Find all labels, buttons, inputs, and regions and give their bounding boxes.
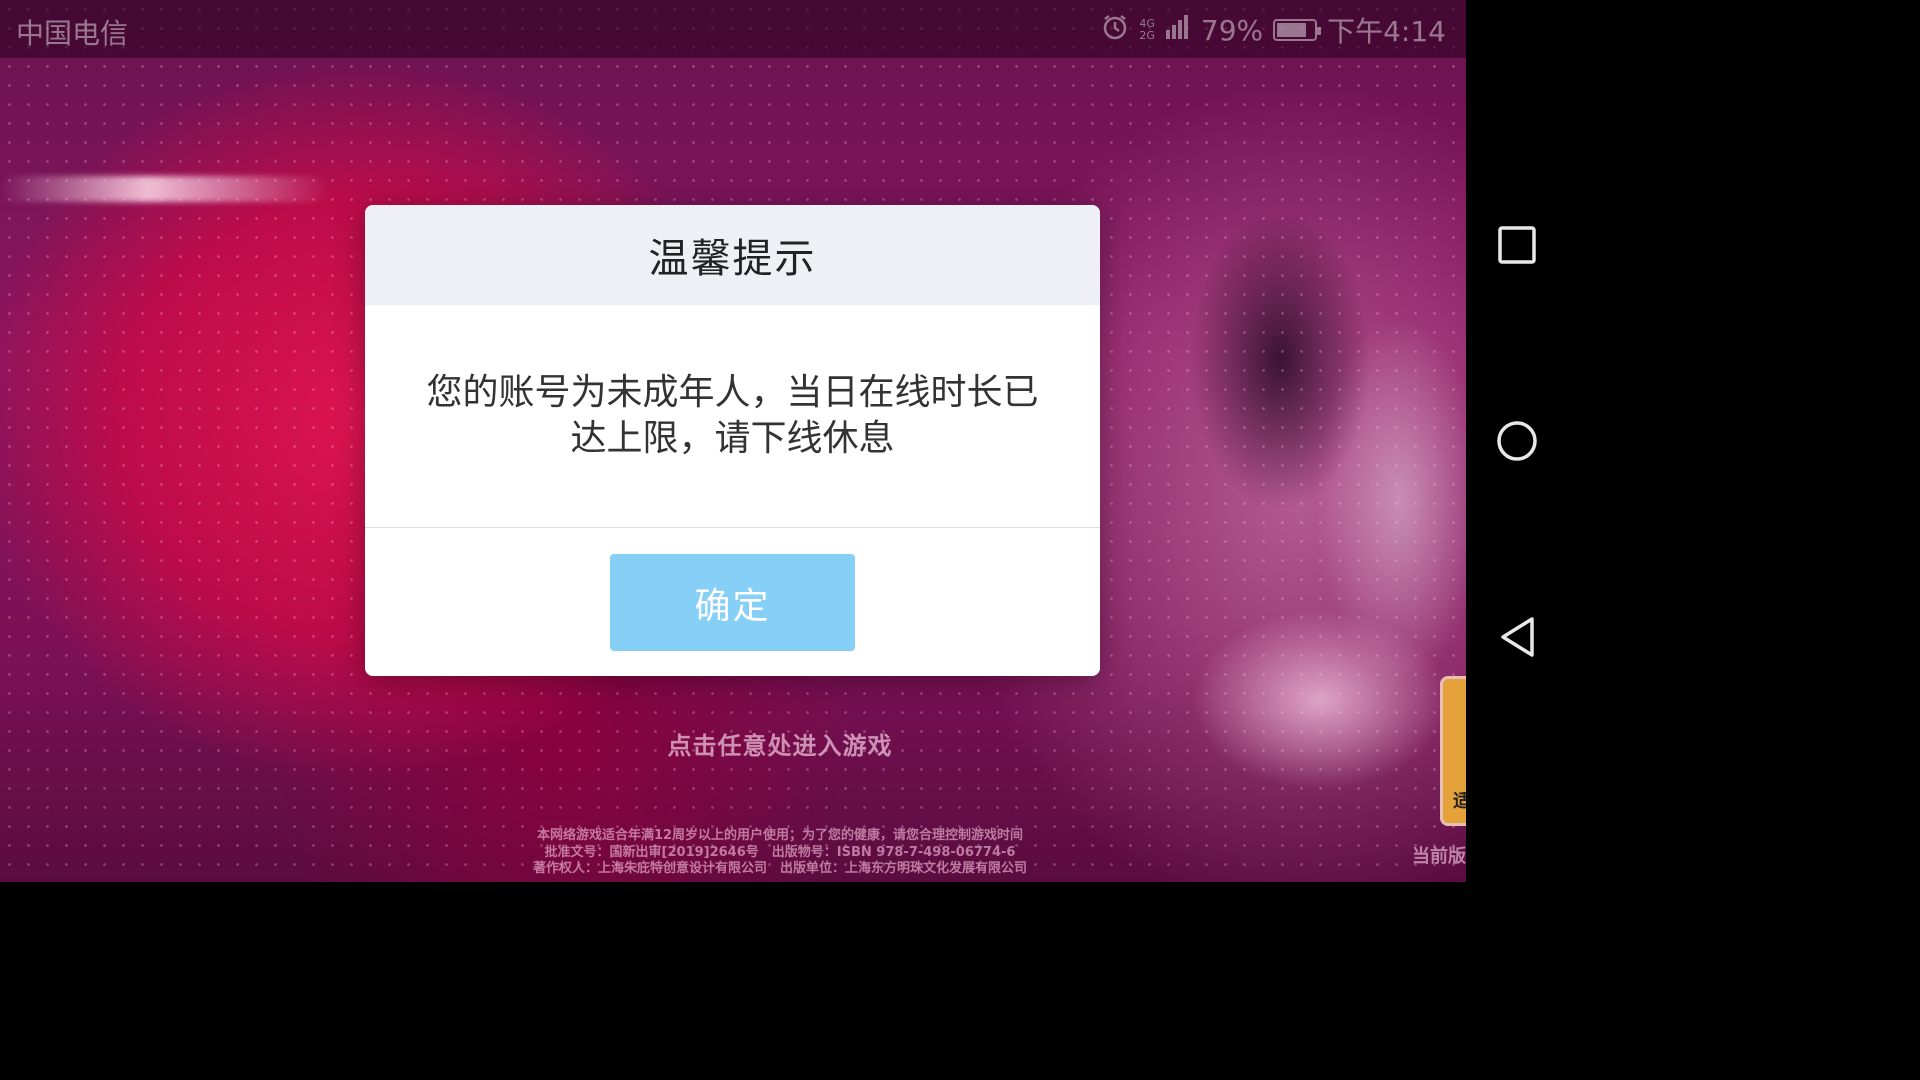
age-rating-text: 适	[1453, 787, 1466, 813]
network-type: 4G 2G	[1139, 18, 1155, 42]
version-label: 当前版	[1412, 846, 1466, 867]
back-icon[interactable]	[1492, 612, 1542, 662]
carrier-label: 中国电信	[16, 17, 129, 50]
light-streak	[0, 176, 330, 202]
legal-line-1: 本网络游戏适合年满12周岁以上的用户使用；为了您的健康，请您合理控制游戏时间	[536, 828, 1024, 843]
dialog-message-line-1: 您的账号为未成年人，当日在线时长已	[426, 372, 1039, 413]
battery-icon	[1273, 19, 1322, 41]
warning-dialog: 温馨提示 您的账号为未成年人，当日在线时长已 达上限，请下线休息 确定	[365, 205, 1100, 676]
dialog-body: 您的账号为未成年人，当日在线时长已 达上限，请下线休息	[365, 305, 1100, 528]
battery-fill	[1277, 23, 1306, 37]
age-rating-badge: 适	[1440, 676, 1466, 826]
dialog-footer: 确定	[365, 528, 1100, 676]
network-type-bottom: 2G	[1139, 29, 1155, 42]
navigation-bar	[1466, 0, 1568, 882]
alarm-icon	[1101, 13, 1129, 48]
game-character-art	[1120, 140, 1466, 882]
recent-apps-icon[interactable]	[1492, 220, 1542, 270]
enter-game-prompt[interactable]: 点击任意处进入游戏	[600, 726, 960, 761]
dialog-header: 温馨提示	[365, 205, 1100, 305]
home-icon[interactable]	[1492, 416, 1542, 466]
legal-line-2: 批准文号：国新出审[2019]2646号 出版物号：ISBN 978-7-498…	[544, 844, 1016, 860]
clock: 下午4:14	[1327, 15, 1446, 48]
confirm-button[interactable]: 确定	[610, 554, 855, 651]
legal-notice: 本网络游戏适合年满12周岁以上的用户使用；为了您的健康，请您合理控制游戏时间 批…	[480, 828, 1080, 878]
signal-icon	[1165, 14, 1191, 47]
dialog-message-line-2: 达上限，请下线休息	[570, 418, 895, 459]
status-indicators: 4G 2G 79% 下午4:14	[1101, 10, 1446, 50]
dialog-message: 您的账号为未成年人，当日在线时长已 达上限，请下线休息	[426, 370, 1038, 462]
dialog-title: 温馨提示	[648, 236, 817, 282]
battery-percent: 79%	[1200, 13, 1264, 47]
status-bar: 中国电信 4G 2G 79% 下午4:14	[0, 0, 1466, 58]
game-screen[interactable]: 中国电信 4G 2G 79% 下午4:14 点击任意处进入游戏 本网络游戏适合年…	[0, 0, 1466, 882]
legal-line-3: 著作权人：上海朱庇特创意设计有限公司 出版单位：上海东方明珠文化发展有限公司	[532, 861, 1027, 876]
